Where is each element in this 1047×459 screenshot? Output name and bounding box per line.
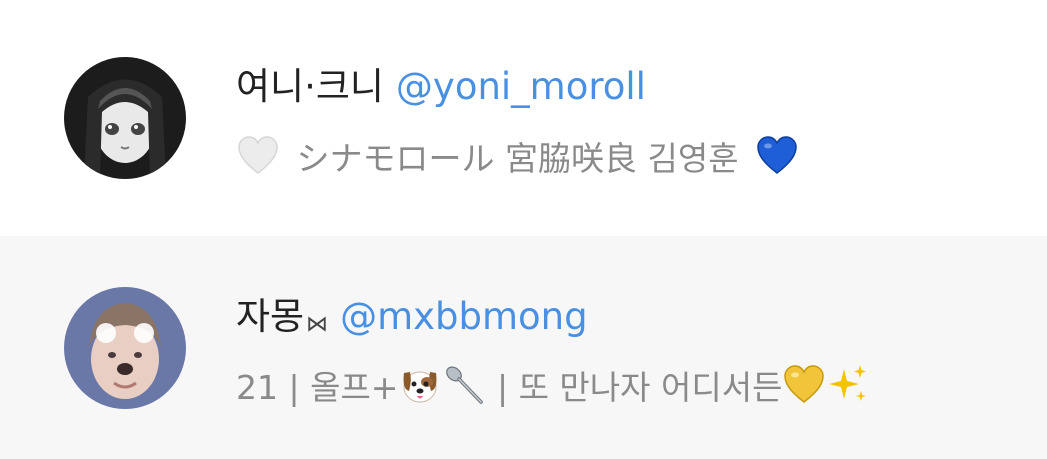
avatar-image <box>64 57 186 179</box>
spoon-icon <box>442 363 486 407</box>
bio-text-part1: 21 | 올프+ <box>236 368 399 407</box>
user-handle[interactable]: @mxbbmong <box>340 295 588 338</box>
user-bio: シナモロール 宮脇咲良 김영훈 <box>236 134 799 180</box>
white-heart-icon <box>236 134 280 178</box>
avatar-image <box>64 287 186 409</box>
display-name[interactable]: 자몽 <box>236 295 304 338</box>
user-list: 여니·크니 @yoni_moroll シナモロール 宮脇咲良 김영훈 자몽⋈ @… <box>0 0 1047 459</box>
name-line: 자몽⋈ @mxbbmong <box>236 294 588 340</box>
bio-text-part2: | 또 만나자 어디서든 <box>486 368 783 407</box>
display-name[interactable]: 여니·크니 <box>236 65 384 108</box>
user-row-mxbbmong[interactable]: 자몽⋈ @mxbbmong 21 | 올프+ | 또 만나자 어디서든 <box>0 236 1047 459</box>
avatar[interactable] <box>64 57 186 179</box>
user-bio: 21 | 올프+ | 또 만나자 어디서든 <box>236 363 870 409</box>
user-row-yoni[interactable]: 여니·크니 @yoni_moroll シナモロール 宮脇咲良 김영훈 <box>0 0 1047 236</box>
user-handle[interactable]: @yoni_moroll <box>396 65 646 108</box>
sparkles-icon <box>826 363 870 407</box>
dog-face-icon <box>398 363 442 407</box>
yellow-heart-icon <box>782 363 826 407</box>
bio-text: シナモロール 宮脇咲良 김영훈 <box>296 139 739 178</box>
name-decoration: ⋈ <box>306 312 329 337</box>
blue-heart-icon <box>755 134 799 178</box>
name-line: 여니·크니 @yoni_moroll <box>236 64 646 110</box>
avatar[interactable] <box>64 287 186 409</box>
